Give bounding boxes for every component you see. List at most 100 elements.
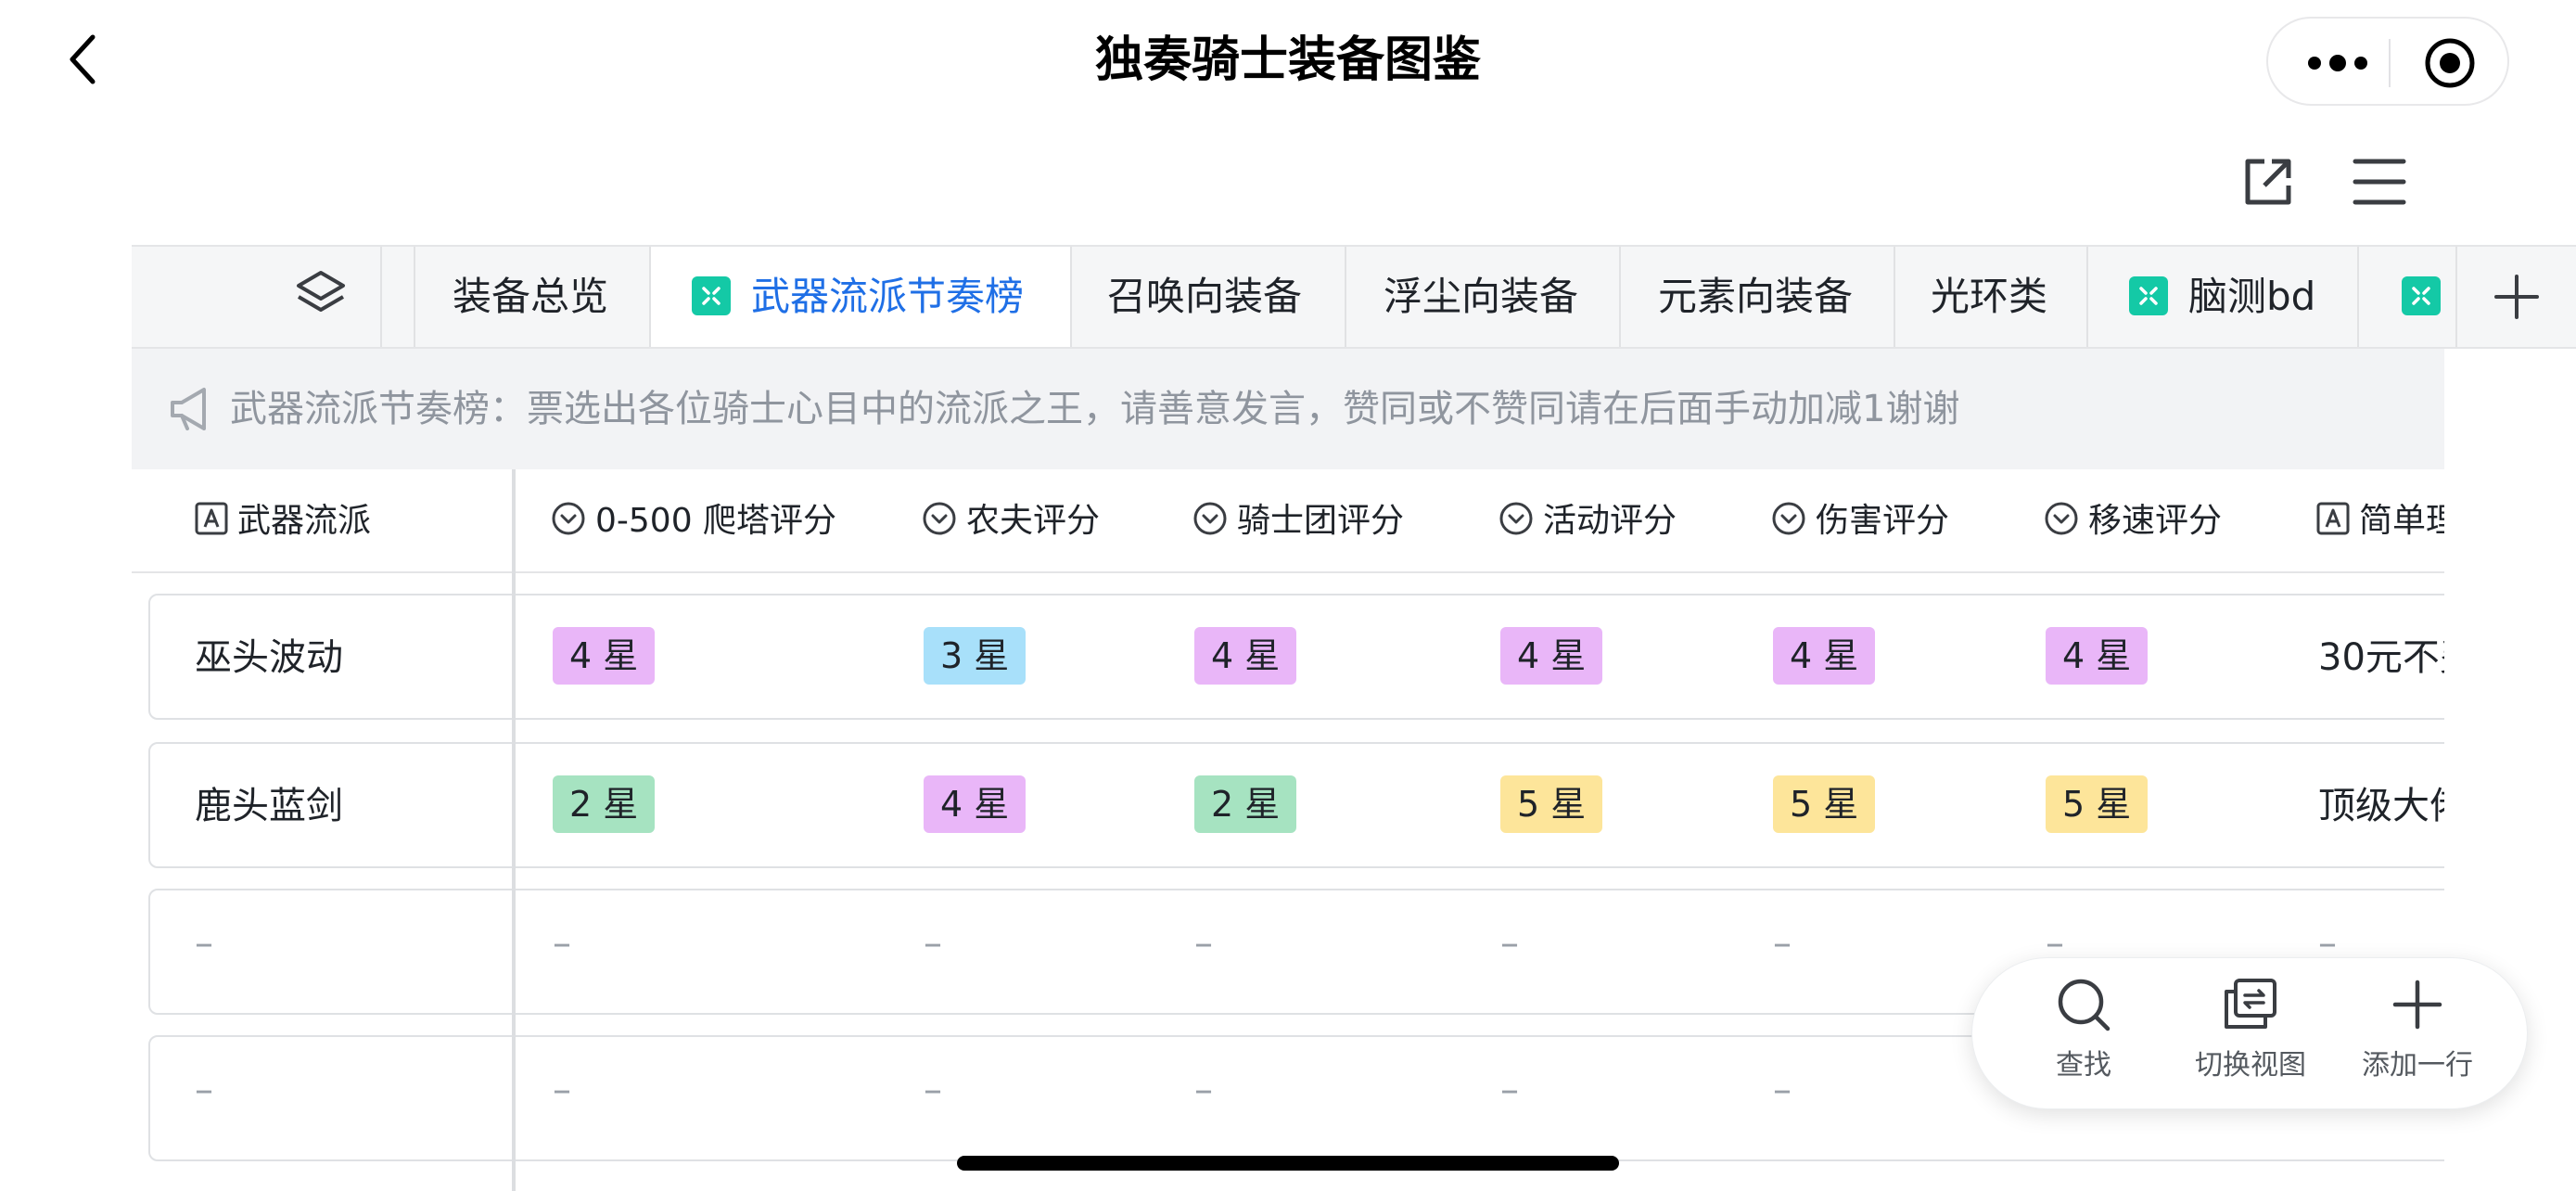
close-mini-program-button[interactable] <box>2424 37 2476 89</box>
tab-label: 装备总览 <box>453 274 609 319</box>
column-header[interactable]: 武器流派 <box>195 469 371 573</box>
frozen-column-divider <box>512 469 516 1191</box>
tab-theory-build[interactable]: 脑测bd <box>2088 247 2359 347</box>
more-dots-icon <box>2308 55 2367 71</box>
tab-aura[interactable]: 光环类 <box>1895 247 2088 347</box>
text-field-icon <box>2316 502 2350 535</box>
sheet-tab-bar: 装备总览 武器流派节奏榜 召唤向装备 浮尘向装备 元素向装备 光环类 脑测bd <box>132 245 2576 349</box>
tab-label: 武器流派节奏榜 <box>751 274 1025 319</box>
search-label: 查找 <box>2056 1049 2111 1082</box>
rating-cell[interactable]: 2 星 <box>553 775 656 833</box>
share-button[interactable] <box>2240 154 2296 210</box>
rating-cell[interactable]: 4 星 <box>1773 627 1876 685</box>
capsule-divider <box>2389 39 2391 87</box>
tab-summon-equipment[interactable]: 召唤向装备 <box>1072 247 1346 347</box>
star-rating-tag: 2 星 <box>1194 775 1297 833</box>
text-field-icon <box>195 502 228 535</box>
star-rating-tag: 5 星 <box>2046 775 2149 833</box>
page-title: 独奏骑士装备图鉴 <box>1094 32 1481 88</box>
search-button[interactable]: 查找 <box>2000 975 2167 1095</box>
tab-label: 元素向装备 <box>1658 274 1854 319</box>
weapon-style-cell[interactable]: – <box>195 922 213 965</box>
home-indicator <box>957 1156 1619 1171</box>
search-icon <box>2058 979 2111 1031</box>
rating-cell[interactable]: – <box>1773 922 1792 965</box>
description-cell[interactable]: 顶级大佬 <box>2318 775 2444 829</box>
tab-element-equipment[interactable]: 元素向装备 <box>1621 247 1895 347</box>
star-rating-tag: 5 星 <box>1773 775 1876 833</box>
grid-icon <box>2402 275 2441 315</box>
hamburger-menu-icon <box>2353 159 2406 205</box>
more-button[interactable] <box>2305 45 2370 82</box>
column-header[interactable]: 0-500 爬塔评分 <box>551 469 836 573</box>
tab-spacer <box>382 247 415 347</box>
description-cell[interactable]: 30元不费 <box>2318 627 2444 681</box>
column-header[interactable]: 农夫评分 <box>922 469 1100 573</box>
menu-button[interactable] <box>2352 156 2407 208</box>
switch-view-button[interactable]: 切换视图 <box>2167 975 2334 1095</box>
floating-toolbar: 查找 切换视图 添加一行 <box>1971 957 2528 1109</box>
tab-dust-equipment[interactable]: 浮尘向装备 <box>1346 247 1621 347</box>
column-header[interactable]: 活动评分 <box>1498 469 1677 573</box>
sheet-list-button[interactable] <box>132 247 382 347</box>
tab-label: 脑测bd <box>2188 274 2316 319</box>
rating-cell[interactable]: – <box>553 1069 571 1111</box>
weapon-style-cell[interactable]: – <box>195 1069 213 1111</box>
rating-cell[interactable]: 3 星 <box>924 627 1027 685</box>
add-row-button[interactable]: 添加一行 <box>2334 975 2501 1095</box>
tab-label: 光环类 <box>1931 274 2048 319</box>
megaphone-icon <box>171 388 206 430</box>
column-header[interactable]: 移速评分 <box>2044 469 2222 573</box>
plus-icon <box>2494 275 2539 319</box>
switch-view-icon <box>2225 979 2276 1029</box>
star-rating-tag: 3 星 <box>924 627 1027 685</box>
select-field-icon <box>1499 502 1533 535</box>
grid-icon <box>692 275 731 315</box>
rating-cell[interactable]: 5 星 <box>2046 775 2149 833</box>
add-row-label: 添加一行 <box>2362 1049 2473 1082</box>
mini-program-capsule <box>2266 17 2509 106</box>
column-header[interactable]: 简单理 <box>2316 469 2444 573</box>
select-field-icon <box>1193 502 1227 535</box>
plus-icon <box>2392 980 2442 1030</box>
rating-cell[interactable]: 4 星 <box>1194 627 1297 685</box>
star-rating-tag: 4 星 <box>1500 627 1603 685</box>
grid-icon <box>2129 275 2168 315</box>
rating-cell[interactable]: 5 星 <box>1773 775 1876 833</box>
table-row[interactable]: 鹿头蓝剑 2 星 4 星 2 星 5 星 5 星 5 星 顶级大佬 <box>148 742 2444 868</box>
select-field-icon <box>2045 502 2078 535</box>
star-rating-tag: 4 星 <box>2046 627 2149 685</box>
rating-cell[interactable]: – <box>1194 1069 1213 1111</box>
rating-cell[interactable]: – <box>1773 1069 1792 1111</box>
table-header: 武器流派 0-500 爬塔评分 农夫评分 骑士团评分 活动评分 伤害评分 移速评… <box>132 469 2444 573</box>
star-rating-tag: 5 星 <box>1500 775 1603 833</box>
star-rating-tag: 4 星 <box>924 775 1027 833</box>
switch-view-label: 切换视图 <box>2195 1049 2306 1082</box>
weapon-style-cell[interactable]: 鹿头蓝剑 <box>195 775 343 829</box>
select-field-icon <box>923 502 956 535</box>
rating-cell[interactable]: – <box>553 922 571 965</box>
weapon-style-cell[interactable]: 巫头波动 <box>195 627 343 681</box>
select-field-icon <box>552 502 585 535</box>
rating-cell[interactable]: 5 星 <box>1500 775 1603 833</box>
rating-cell[interactable]: – <box>924 922 942 965</box>
rating-cell[interactable]: – <box>1500 922 1519 965</box>
table-row[interactable]: 巫头波动 4 星 3 星 4 星 4 星 4 星 4 星 30元不费 <box>148 594 2444 720</box>
rating-cell[interactable]: – <box>924 1069 942 1111</box>
tab-weapon-tier-list[interactable]: 武器流派节奏榜 <box>651 247 1072 347</box>
rating-cell[interactable]: – <box>1194 922 1213 965</box>
rating-cell[interactable]: – <box>1500 1069 1519 1111</box>
column-header[interactable]: 骑士团评分 <box>1192 469 1404 573</box>
star-rating-tag: 4 星 <box>1773 627 1876 685</box>
rating-cell[interactable]: 4 星 <box>924 775 1027 833</box>
rating-cell[interactable]: 2 星 <box>1194 775 1297 833</box>
rating-cell[interactable]: 4 星 <box>2046 627 2149 685</box>
tab-equipment-overview[interactable]: 装备总览 <box>415 247 651 347</box>
add-sheet-button[interactable] <box>2457 247 2576 347</box>
tab-next[interactable] <box>2359 247 2457 347</box>
star-rating-tag: 2 星 <box>553 775 656 833</box>
rating-cell[interactable]: 4 星 <box>553 627 656 685</box>
rating-cell[interactable]: 4 星 <box>1500 627 1603 685</box>
sheet-description: 武器流派节奏榜：票选出各位骑士心目中的流派之王，请善意发言，赞同或不赞同请在后面… <box>132 349 2444 469</box>
column-header[interactable]: 伤害评分 <box>1771 469 1949 573</box>
